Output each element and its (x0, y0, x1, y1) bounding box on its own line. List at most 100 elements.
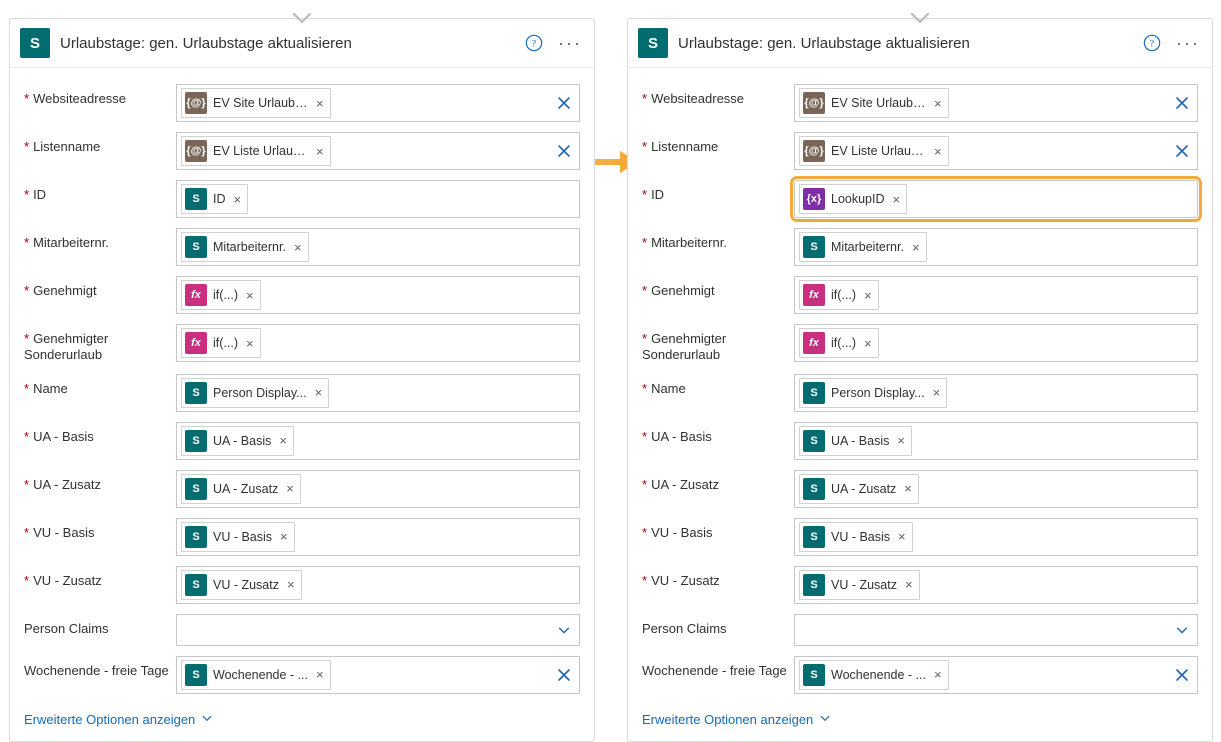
clear-button[interactable] (553, 92, 575, 114)
help-button[interactable]: ? (1139, 31, 1164, 56)
param-input[interactable]: SMitarbeiternr.× (176, 228, 580, 266)
param-input[interactable]: SVU - Zusatz× (794, 566, 1198, 604)
param-input[interactable]: {@}EV Site Urlaubs...× (176, 84, 580, 122)
token-remove-icon[interactable]: × (897, 433, 905, 448)
dynamic-content-token[interactable]: {x}LookupID× (799, 184, 907, 214)
dynamic-content-token[interactable]: SVU - Basis× (181, 522, 295, 552)
param-label: *UA - Zusatz (642, 470, 794, 493)
param-input[interactable]: {@}EV Liste Urlaub...× (176, 132, 580, 170)
param-label: *Mitarbeiternr. (24, 228, 176, 251)
token-remove-icon[interactable]: × (234, 192, 242, 207)
dynamic-content-token[interactable]: fxif(...)× (181, 280, 261, 310)
dynamic-content-token[interactable]: SPerson Display...× (799, 378, 947, 408)
token-label: EV Liste Urlaub... (831, 144, 926, 158)
help-button[interactable]: ? (521, 31, 546, 56)
dynamic-content-token[interactable]: {@}EV Site Urlaubs...× (181, 88, 331, 118)
token-remove-icon[interactable]: × (287, 577, 295, 592)
dynamic-content-token[interactable]: SMitarbeiternr.× (181, 232, 309, 262)
dropdown-chevron-icon[interactable] (553, 619, 575, 641)
dynamic-content-token[interactable]: SVU - Zusatz× (799, 570, 920, 600)
param-row: *NameSPerson Display...× (642, 374, 1198, 412)
token-remove-icon[interactable]: × (316, 144, 324, 159)
param-input[interactable]: SMitarbeiternr.× (794, 228, 1198, 266)
dynamic-content-token[interactable]: {@}EV Site Urlaubs...× (799, 88, 949, 118)
flow-arrow-in-icon (911, 13, 929, 27)
token-remove-icon[interactable]: × (286, 481, 294, 496)
dynamic-content-token[interactable]: SID× (181, 184, 248, 214)
card-title: Urlaubstage: gen. Urlaubstage aktualisie… (678, 35, 1129, 52)
token-remove-icon[interactable]: × (934, 144, 942, 159)
token-remove-icon[interactable]: × (316, 667, 324, 682)
param-input[interactable]: {x}LookupID× (794, 180, 1198, 218)
dynamic-content-token[interactable]: SUA - Basis× (181, 426, 294, 456)
param-input[interactable]: SUA - Basis× (176, 422, 580, 460)
token-remove-icon[interactable]: × (904, 481, 912, 496)
show-advanced-options-link[interactable]: Erweiterte Optionen anzeigen (642, 712, 831, 727)
dynamic-content-token[interactable]: SVU - Basis× (799, 522, 913, 552)
clear-button[interactable] (1171, 140, 1193, 162)
required-asterisk-icon: * (642, 429, 647, 444)
token-remove-icon[interactable]: × (279, 433, 287, 448)
param-input[interactable]: fxif(...)× (794, 324, 1198, 362)
clear-button[interactable] (1171, 664, 1193, 686)
param-input[interactable]: fxif(...)× (794, 276, 1198, 314)
clear-button[interactable] (553, 140, 575, 162)
dynamic-content-token[interactable]: SMitarbeiternr.× (799, 232, 927, 262)
param-row: *UA - BasisSUA - Basis× (24, 422, 580, 460)
dynamic-content-token[interactable]: SPerson Display...× (181, 378, 329, 408)
dynamic-content-token[interactable]: SUA - Zusatz× (181, 474, 301, 504)
token-remove-icon[interactable]: × (864, 288, 872, 303)
token-remove-icon[interactable]: × (316, 96, 324, 111)
param-input[interactable]: SPerson Display...× (794, 374, 1198, 412)
param-input[interactable]: SVU - Zusatz× (176, 566, 580, 604)
param-input[interactable]: {@}EV Liste Urlaub...× (794, 132, 1198, 170)
param-input[interactable]: {@}EV Site Urlaubs...× (794, 84, 1198, 122)
token-remove-icon[interactable]: × (864, 336, 872, 351)
param-input[interactable]: SPerson Display...× (176, 374, 580, 412)
token-remove-icon[interactable]: × (912, 240, 920, 255)
token-remove-icon[interactable]: × (294, 240, 302, 255)
param-input[interactable]: SVU - Basis× (176, 518, 580, 556)
dynamic-content-token[interactable]: SVU - Zusatz× (181, 570, 302, 600)
token-remove-icon[interactable]: × (315, 385, 323, 400)
param-input[interactable]: SVU - Basis× (794, 518, 1198, 556)
show-advanced-options-link[interactable]: Erweiterte Optionen anzeigen (24, 712, 213, 727)
token-remove-icon[interactable]: × (933, 385, 941, 400)
dynamic-content-token[interactable]: fxif(...)× (799, 328, 879, 358)
param-input[interactable] (794, 614, 1198, 646)
token-remove-icon[interactable]: × (905, 577, 913, 592)
dropdown-chevron-icon[interactable] (1171, 619, 1193, 641)
token-type-icon: fx (803, 284, 825, 306)
clear-button[interactable] (553, 664, 575, 686)
token-remove-icon[interactable]: × (246, 288, 254, 303)
param-input[interactable]: fxif(...)× (176, 276, 580, 314)
token-remove-icon[interactable]: × (893, 192, 901, 207)
param-input[interactable]: SWochenende - ...× (176, 656, 580, 694)
dynamic-content-token[interactable]: fxif(...)× (181, 328, 261, 358)
dynamic-content-token[interactable]: {@}EV Liste Urlaub...× (799, 136, 949, 166)
token-remove-icon[interactable]: × (280, 529, 288, 544)
param-input[interactable]: SWochenende - ...× (794, 656, 1198, 694)
param-input[interactable]: SID× (176, 180, 580, 218)
param-label: *Websiteadresse (24, 84, 176, 107)
token-remove-icon[interactable]: × (898, 529, 906, 544)
dynamic-content-token[interactable]: SWochenende - ...× (181, 660, 331, 690)
dynamic-content-token[interactable]: SUA - Zusatz× (799, 474, 919, 504)
param-input[interactable]: SUA - Zusatz× (794, 470, 1198, 508)
dynamic-content-token[interactable]: fxif(...)× (799, 280, 879, 310)
card-more-button[interactable]: ··· (1174, 33, 1202, 54)
param-input[interactable]: fxif(...)× (176, 324, 580, 362)
param-input[interactable] (176, 614, 580, 646)
dynamic-content-token[interactable]: SWochenende - ...× (799, 660, 949, 690)
param-input[interactable]: SUA - Zusatz× (176, 470, 580, 508)
token-remove-icon[interactable]: × (934, 96, 942, 111)
card-more-button[interactable]: ··· (556, 33, 584, 54)
token-remove-icon[interactable]: × (246, 336, 254, 351)
dynamic-content-token[interactable]: SUA - Basis× (799, 426, 912, 456)
dynamic-content-token[interactable]: {@}EV Liste Urlaub...× (181, 136, 331, 166)
param-label: *Genehmigt (642, 276, 794, 299)
clear-button[interactable] (1171, 92, 1193, 114)
sharepoint-connector-icon: S (638, 28, 668, 58)
token-remove-icon[interactable]: × (934, 667, 942, 682)
param-input[interactable]: SUA - Basis× (794, 422, 1198, 460)
